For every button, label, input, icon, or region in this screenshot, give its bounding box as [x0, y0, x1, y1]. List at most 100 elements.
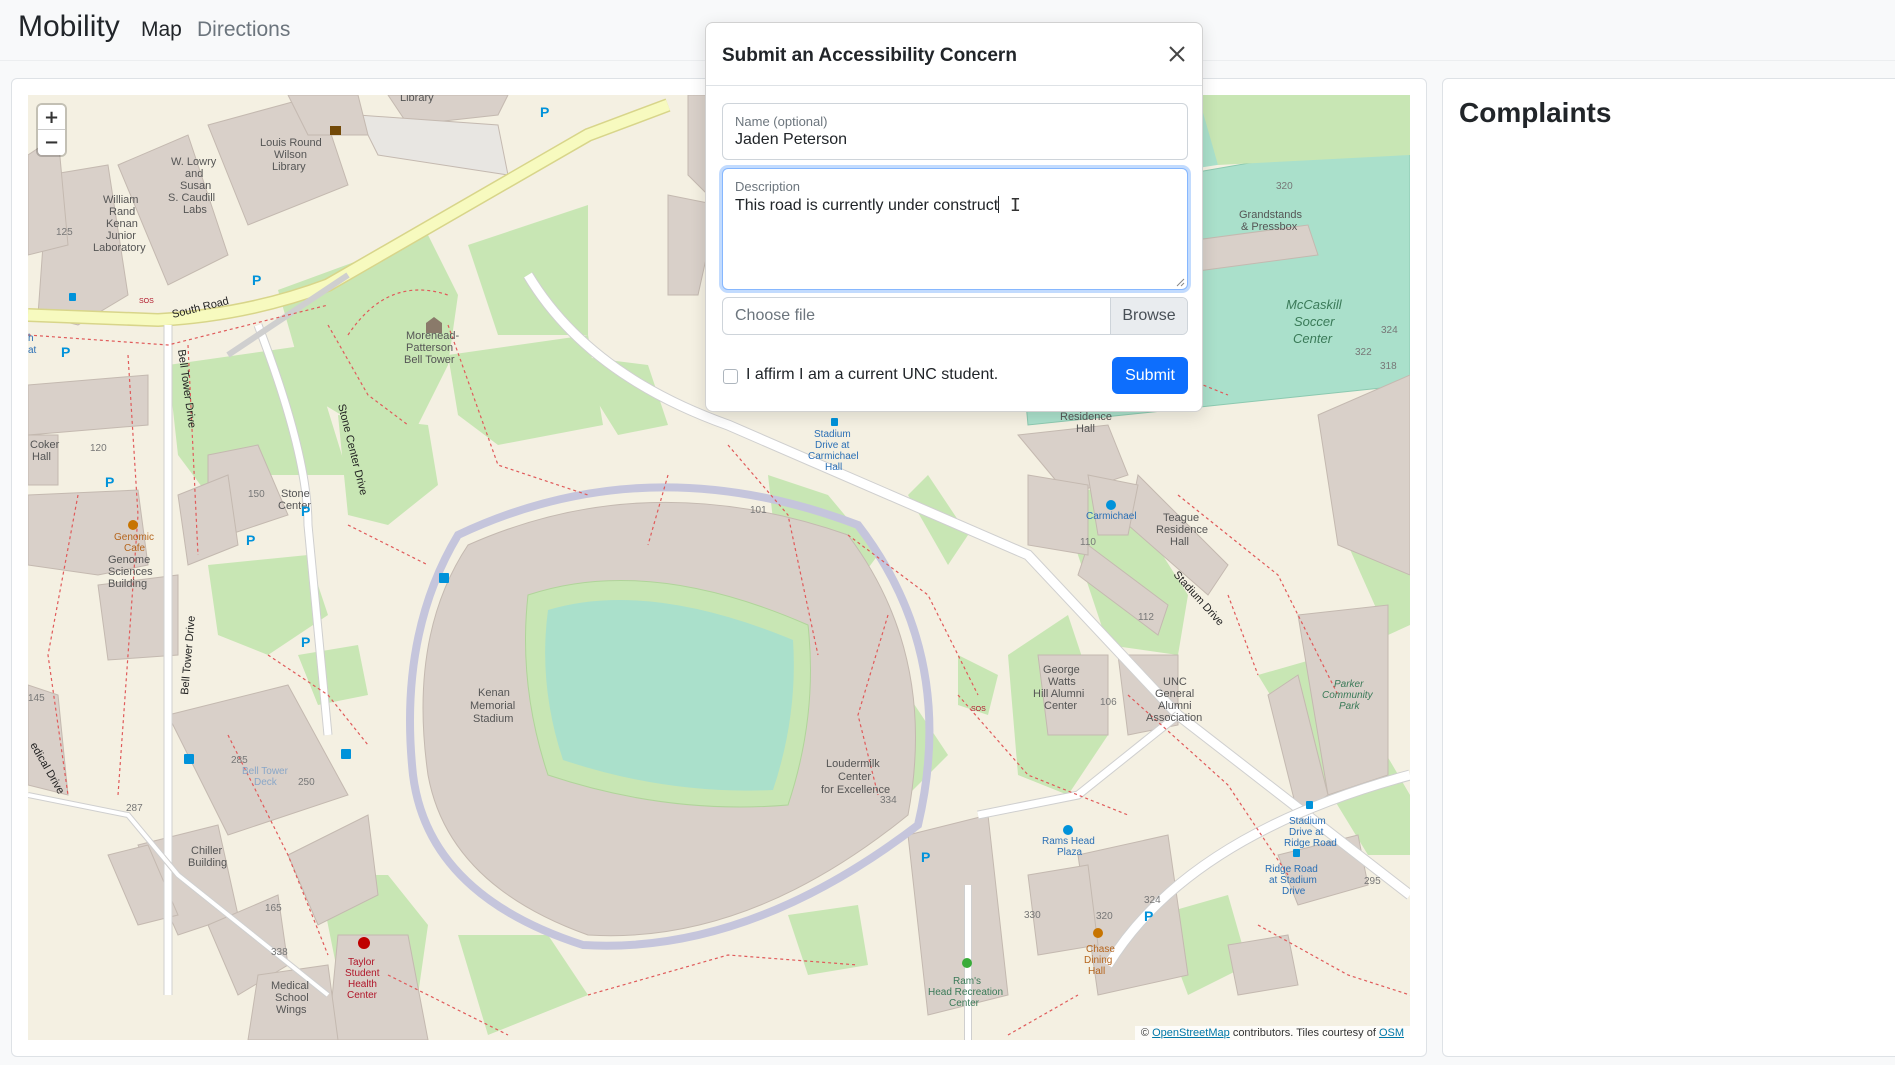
svg-text:Library: Library — [400, 95, 434, 104]
svg-text:S. Caudill: S. Caudill — [168, 192, 215, 204]
text-caret — [998, 196, 1000, 213]
browse-button[interactable]: Browse — [1110, 298, 1187, 334]
zoom-in-button[interactable]: + — [38, 105, 65, 130]
parking-icon: P — [540, 104, 549, 120]
svg-text:Residence: Residence — [1156, 524, 1208, 536]
svg-text:Kenan: Kenan — [478, 687, 510, 699]
svg-text:Louis Round: Louis Round — [260, 137, 322, 149]
svg-text:h: h — [28, 333, 34, 344]
zoom-out-button[interactable]: − — [38, 130, 65, 155]
svg-text:Bell Tower: Bell Tower — [404, 354, 455, 366]
svg-text:Watts: Watts — [1048, 676, 1076, 688]
bicycle-icon — [1063, 825, 1073, 835]
resize-handle-icon[interactable] — [1175, 277, 1185, 287]
svg-text:150: 150 — [248, 489, 265, 500]
svg-text:Health: Health — [348, 979, 377, 990]
svg-text:Residence: Residence — [1060, 411, 1112, 423]
svg-text:125: 125 — [56, 227, 73, 238]
svg-text:Park: Park — [1339, 701, 1361, 712]
svg-text:Medical: Medical — [271, 980, 309, 992]
accessibility-concern-modal: Submit an Accessibility Concern Name (op… — [705, 22, 1203, 412]
svg-text:320: 320 — [1276, 181, 1293, 192]
close-icon — [1169, 46, 1185, 62]
complaints-title: Complaints — [1459, 97, 1612, 128]
svg-text:Soccer: Soccer — [1294, 314, 1335, 329]
svg-text:Hall: Hall — [1170, 536, 1189, 548]
svg-text:SOS: SOS — [139, 298, 154, 305]
parking-icon: P — [246, 532, 255, 548]
parking-icon: P — [301, 503, 310, 519]
svg-text:Sciences: Sciences — [108, 566, 153, 578]
elevator-icon — [341, 749, 351, 759]
svg-text:Center: Center — [347, 990, 378, 1001]
svg-text:Plaza: Plaza — [1057, 847, 1082, 858]
svg-text:338: 338 — [271, 947, 288, 958]
svg-text:106: 106 — [1100, 697, 1117, 708]
svg-text:Building: Building — [108, 578, 147, 590]
svg-text:Chiller: Chiller — [191, 845, 223, 857]
svg-text:Parker: Parker — [1334, 679, 1364, 690]
svg-text:Stadium: Stadium — [473, 713, 513, 725]
osm-tiles-link[interactable]: OSM — [1379, 1027, 1404, 1039]
complaints-panel: Complaints — [1442, 78, 1895, 1057]
svg-text:Cafe: Cafe — [124, 543, 146, 554]
svg-text:145: 145 — [28, 693, 45, 704]
bicycle-icon — [1106, 500, 1116, 510]
nav-link-directions[interactable]: Directions — [197, 18, 290, 42]
svg-text:Rams Head: Rams Head — [1042, 836, 1095, 847]
hospital-icon — [358, 937, 370, 949]
svg-text:Hall: Hall — [825, 462, 842, 473]
brand[interactable]: Mobility — [18, 10, 120, 44]
bus-stop-icon — [69, 293, 76, 301]
svg-text:Kenan: Kenan — [106, 218, 138, 230]
svg-text:Ridge Road: Ridge Road — [1265, 864, 1318, 875]
description-field[interactable]: Description This road is currently under… — [722, 168, 1188, 290]
parking-icon: P — [921, 849, 930, 865]
svg-text:Bell Tower Drive: Bell Tower Drive — [179, 615, 198, 695]
close-button[interactable] — [1166, 43, 1188, 65]
svg-text:Alumni: Alumni — [1158, 700, 1192, 712]
map-attribution: © OpenStreetMap contributors. Tiles cour… — [1134, 1026, 1410, 1040]
modal-header: Submit an Accessibility Concern — [706, 23, 1202, 86]
sports-icon — [962, 958, 972, 968]
svg-text:Rand: Rand — [109, 206, 135, 218]
name-field[interactable]: Name (optional) Jaden Peterson — [722, 103, 1188, 160]
svg-text:Hall: Hall — [32, 451, 51, 463]
svg-text:Library: Library — [272, 161, 306, 173]
svg-text:Teague: Teague — [1163, 512, 1199, 524]
cafe-icon — [128, 520, 138, 530]
bus-stop-icon — [1293, 849, 1300, 857]
bus-stop-icon — [1306, 801, 1313, 809]
svg-text:Deck: Deck — [254, 777, 278, 788]
svg-text:287: 287 — [126, 803, 143, 814]
student-affirm-label[interactable]: I affirm I am a current UNC student. — [746, 366, 998, 384]
svg-text:UNC: UNC — [1163, 676, 1187, 688]
attribution-middle: contributors. Tiles courtesy of — [1232, 1027, 1376, 1039]
svg-text:Stadium: Stadium — [814, 429, 851, 440]
svg-text:Labs: Labs — [183, 204, 207, 216]
svg-text:Community: Community — [1322, 690, 1374, 701]
parking-icon: P — [301, 634, 310, 650]
svg-text:322: 322 — [1355, 347, 1372, 358]
student-affirm-checkbox[interactable] — [723, 369, 738, 384]
svg-text:& Pressbox: & Pressbox — [1241, 221, 1298, 233]
svg-text:Association: Association — [1146, 712, 1202, 724]
nav-link-map[interactable]: Map — [141, 18, 182, 42]
parking-icon: P — [105, 474, 114, 490]
svg-text:General: General — [1155, 688, 1194, 700]
svg-text:Ridge Road: Ridge Road — [1284, 838, 1337, 849]
svg-text:320: 320 — [1096, 911, 1113, 922]
name-field-label: Name (optional) — [735, 114, 828, 129]
description-field-value-wrap: This road is currently under construct — [735, 196, 1000, 215]
svg-text:and: and — [185, 168, 203, 180]
submit-button[interactable]: Submit — [1112, 357, 1188, 394]
svg-text:Building: Building — [188, 857, 227, 869]
svg-text:George: George — [1043, 664, 1080, 676]
svg-text:Drive: Drive — [1282, 886, 1306, 897]
file-input[interactable]: Choose file Browse — [722, 297, 1188, 335]
svg-text:Coker: Coker — [30, 439, 60, 451]
openstreetmap-link[interactable]: OpenStreetMap — [1152, 1027, 1230, 1039]
svg-text:SOS: SOS — [971, 706, 986, 713]
elevator-icon — [184, 754, 194, 764]
svg-text:165: 165 — [265, 903, 282, 914]
